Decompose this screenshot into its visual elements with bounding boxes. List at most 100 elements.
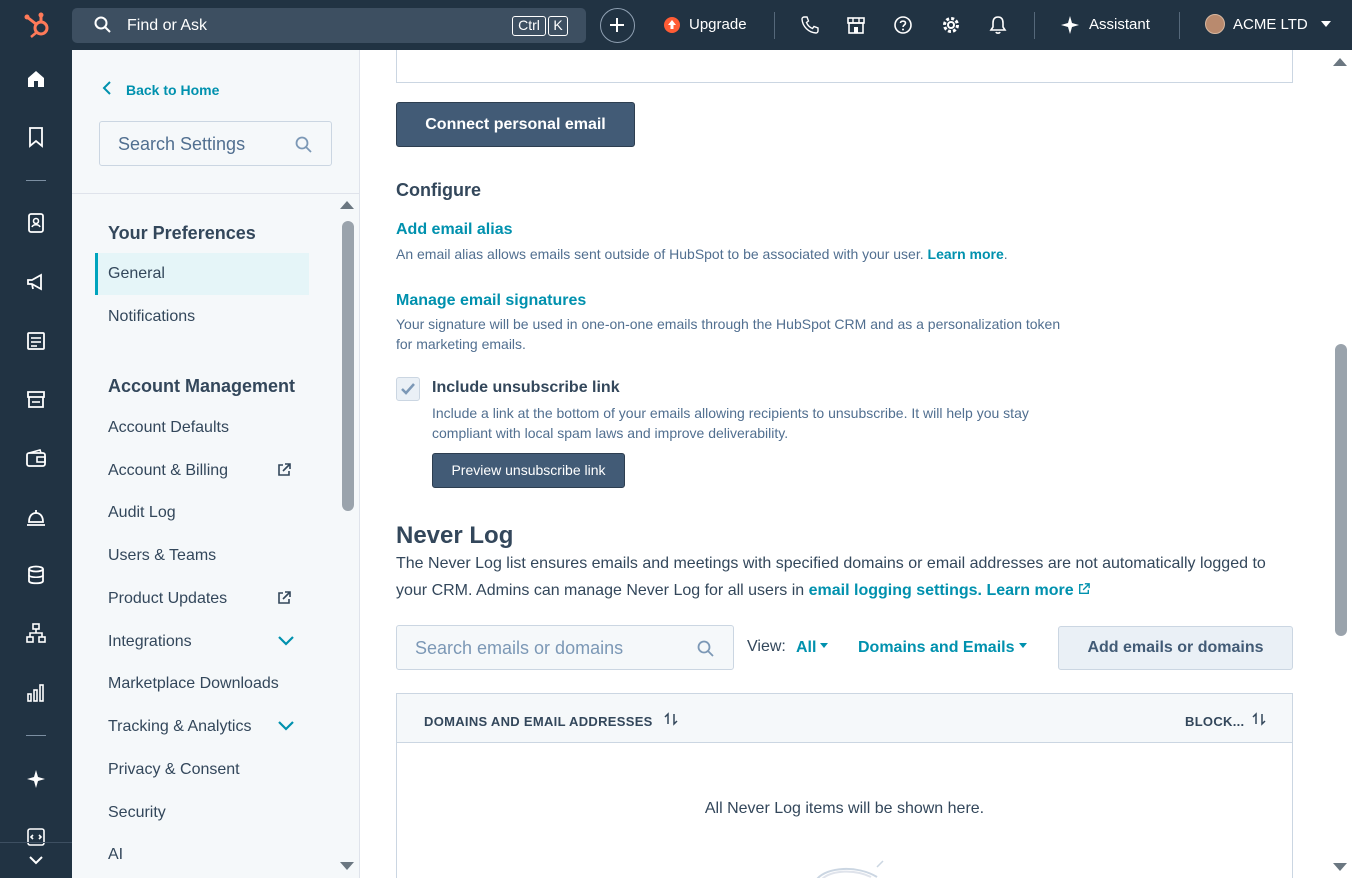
automation-hierarchy-icon[interactable]: [25, 622, 47, 644]
never-log-heading: Never Log: [396, 522, 514, 549]
sidebar-item-audit-log[interactable]: Audit Log: [108, 504, 176, 522]
commerce-store-icon[interactable]: [25, 388, 47, 410]
main-scrollbar-thumb[interactable]: [1335, 344, 1347, 636]
include-unsubscribe-label[interactable]: Include unsubscribe link: [432, 379, 620, 397]
caret-down-icon: [820, 643, 829, 649]
sidebar-item-marketplace-downloads[interactable]: Marketplace Downloads: [108, 675, 279, 693]
content-icon[interactable]: [25, 330, 47, 352]
add-emails-or-domains-button[interactable]: Add emails or domains: [1058, 626, 1293, 670]
sort-icon[interactable]: [1252, 712, 1266, 726]
home-icon[interactable]: [25, 68, 47, 90]
view-filter-dropdown[interactable]: All: [796, 639, 829, 657]
main-content: Connect personal email Configure Add ema…: [360, 50, 1352, 878]
never-log-table: DOMAINS AND EMAIL ADDRESSES BLOCK... All…: [396, 693, 1293, 878]
your-preferences-heading: Your Preferences: [108, 223, 256, 243]
email-logging-settings-link[interactable]: email logging settings.: [809, 582, 982, 599]
sidebar-item-privacy-consent[interactable]: Privacy & Consent: [108, 761, 240, 779]
search-icon: [94, 16, 111, 33]
type-filter-dropdown[interactable]: Domains and Emails: [858, 639, 1027, 657]
never-log-learn-more-link[interactable]: Learn more: [986, 582, 1073, 599]
marketing-megaphone-icon[interactable]: [25, 271, 47, 293]
nav-separator: [26, 180, 46, 181]
create-button[interactable]: [600, 8, 635, 43]
sidebar-item-notifications[interactable]: Notifications: [108, 308, 195, 326]
sidebar-item-security[interactable]: Security: [108, 804, 166, 822]
configure-heading: Configure: [396, 180, 481, 200]
sidebar-item-account-defaults[interactable]: Account Defaults: [108, 419, 229, 437]
email-signatures-description: Your signature will be used in one-on-on…: [396, 316, 1061, 352]
upgrade-label: Upgrade: [689, 16, 747, 33]
sparkle-icon: [1061, 16, 1079, 34]
never-log-search-input[interactable]: Search emails or domains: [396, 625, 734, 670]
back-to-home-label: Back to Home: [126, 82, 220, 98]
sidebar-item-tracking-analytics[interactable]: Tracking & Analytics: [108, 718, 251, 736]
topbar-divider: [1179, 12, 1180, 39]
assistant-label: Assistant: [1089, 16, 1150, 33]
hubspot-logo-icon[interactable]: [22, 11, 52, 39]
sidebar-item-account-billing[interactable]: Account & Billing: [108, 462, 228, 480]
help-icon[interactable]: [893, 15, 913, 35]
data-database-icon[interactable]: [25, 564, 47, 586]
sidebar-item-ai[interactable]: AI: [108, 846, 123, 864]
scroll-down-arrow-icon[interactable]: [1333, 863, 1347, 871]
global-search-text: Find or Ask: [127, 17, 208, 34]
chevron-down-icon: [29, 856, 43, 865]
chevron-down-icon[interactable]: [277, 635, 295, 647]
external-link-icon: [278, 591, 291, 604]
external-link-icon: [1079, 583, 1090, 594]
chevron-down-icon[interactable]: [277, 720, 295, 732]
email-connection-box: [396, 50, 1293, 83]
bookmark-icon[interactable]: [25, 126, 47, 148]
phone-icon[interactable]: [800, 15, 820, 35]
settings-gear-icon[interactable]: [941, 15, 961, 35]
email-alias-description: An email alias allows emails sent outsid…: [396, 246, 1008, 262]
shortcut-k-key: K: [548, 16, 568, 36]
manage-email-signatures-link[interactable]: Manage email signatures: [396, 292, 586, 310]
nav-expand-toggle[interactable]: [0, 842, 72, 878]
external-link-icon: [278, 463, 291, 476]
scroll-down-arrow-icon[interactable]: [340, 862, 354, 870]
settings-search-input[interactable]: Search Settings: [99, 121, 332, 166]
reporting-bar-chart-icon[interactable]: [25, 682, 47, 704]
main-navigation: [0, 50, 72, 878]
account-name: ACME LTD: [1233, 16, 1308, 33]
never-log-description: The Never Log list ensures emails and me…: [396, 550, 1296, 604]
search-icon: [697, 640, 714, 657]
sidebar-scrollbar-thumb[interactable]: [342, 221, 354, 511]
unsubscribe-description: Include a link at the bottom of your ema…: [432, 405, 1029, 441]
view-filter-value: All: [796, 639, 817, 656]
sidebar-item-integrations[interactable]: Integrations: [108, 633, 192, 651]
chevron-left-icon: [102, 81, 111, 95]
add-email-alias-link[interactable]: Add email alias: [396, 221, 513, 239]
preview-unsubscribe-link-button[interactable]: Preview unsubscribe link: [432, 453, 625, 488]
empty-state-illustration-icon: [816, 860, 884, 878]
settings-sidebar: Back to Home Search Settings Your Prefer…: [72, 50, 360, 878]
connect-personal-email-button[interactable]: Connect personal email: [396, 102, 635, 147]
scroll-up-arrow-icon[interactable]: [340, 201, 354, 209]
wallet-icon[interactable]: [25, 448, 47, 470]
service-bell-icon[interactable]: [25, 506, 47, 528]
plus-icon: [610, 18, 624, 32]
empty-state-text: All Never Log items will be shown here.: [704, 800, 985, 817]
sidebar-divider: [72, 193, 359, 194]
sidebar-item-users-teams[interactable]: Users & Teams: [108, 547, 216, 565]
contacts-icon[interactable]: [25, 212, 47, 234]
sidebar-item-general[interactable]: General: [108, 265, 165, 283]
topbar-divider: [1034, 12, 1035, 39]
caret-down-icon: [1321, 21, 1331, 27]
column-header-domains[interactable]: DOMAINS AND EMAIL ADDRESSES: [424, 714, 653, 729]
global-search[interactable]: Find or Ask Ctrl K: [72, 8, 586, 43]
avatar: [1205, 14, 1225, 34]
marketplace-icon[interactable]: [846, 15, 866, 35]
type-filter-value: Domains and Emails: [858, 639, 1015, 656]
alias-learn-more-link[interactable]: Learn more: [928, 246, 1004, 262]
sort-icon[interactable]: [664, 712, 678, 726]
include-unsubscribe-checkbox[interactable]: [396, 377, 420, 401]
column-header-blocked[interactable]: BLOCK...: [1185, 714, 1244, 729]
upgrade-icon: [664, 17, 680, 33]
sidebar-item-product-updates[interactable]: Product Updates: [108, 590, 227, 608]
scroll-up-arrow-icon[interactable]: [1333, 58, 1347, 66]
account-management-heading: Account Management: [108, 376, 296, 396]
breeze-sparkle-icon[interactable]: [25, 768, 47, 790]
notifications-bell-icon[interactable]: [988, 15, 1008, 35]
